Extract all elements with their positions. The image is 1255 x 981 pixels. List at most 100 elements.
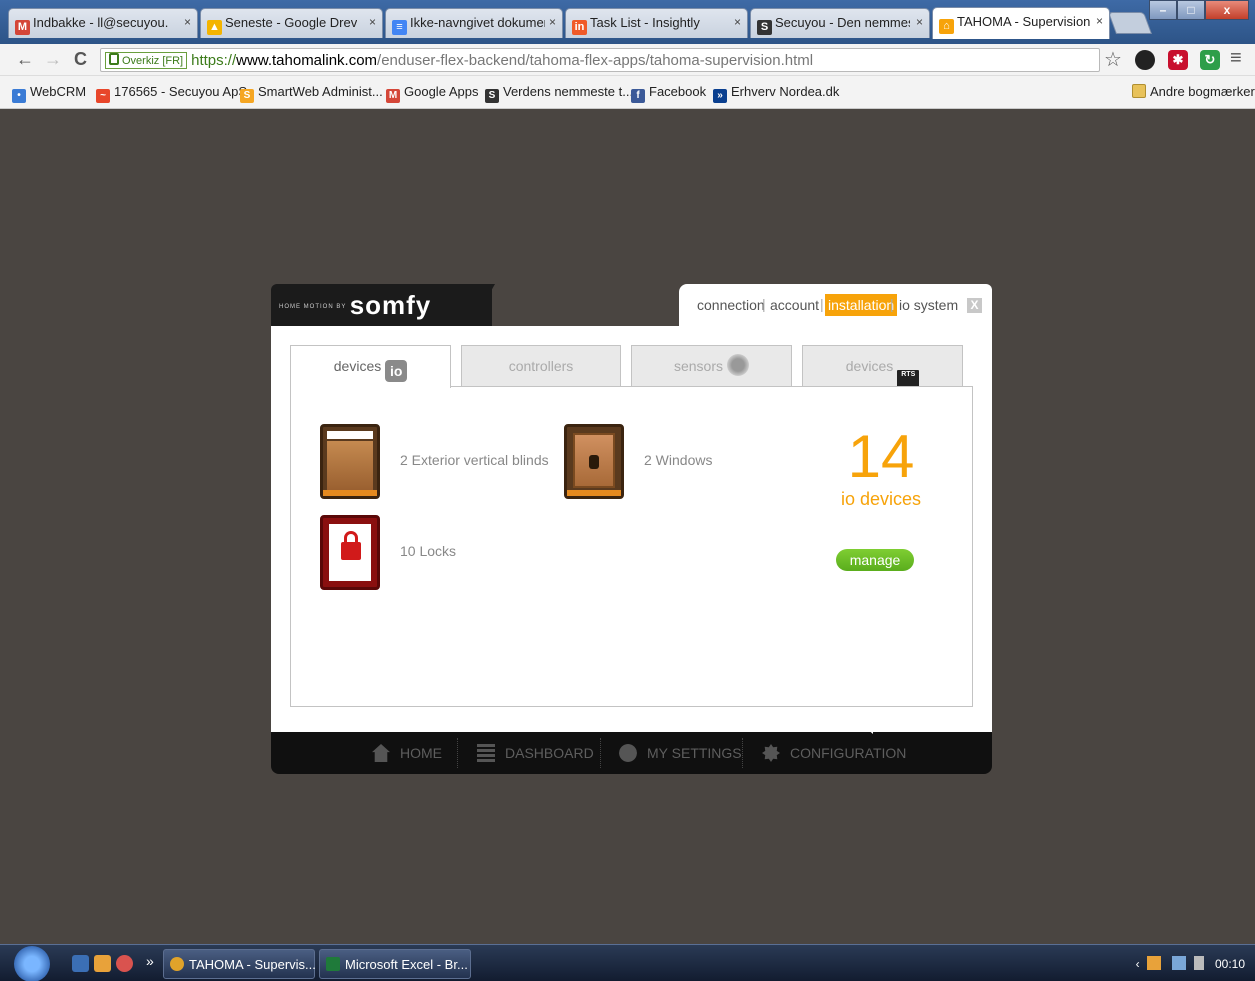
start-button[interactable] xyxy=(14,946,50,981)
close-window-button[interactable]: x xyxy=(1205,0,1249,20)
webcrm-icon: • xyxy=(12,89,26,103)
gmail-icon: M xyxy=(386,89,400,103)
tab-controllers[interactable]: controllers xyxy=(461,345,621,387)
taskbar-item-chrome[interactable]: TAHOMA - Supervis... xyxy=(163,949,316,979)
close-icon[interactable]: × xyxy=(734,15,741,29)
tab-label: Task List - Insightly xyxy=(590,15,700,30)
url-path: /enduser-flex-backend/tahoma-flex-apps/t… xyxy=(377,52,814,69)
nav-separator xyxy=(600,738,601,768)
bookmark-label: Google Apps xyxy=(404,84,479,99)
nav-connection[interactable]: connection xyxy=(697,297,765,313)
minimize-button[interactable]: – xyxy=(1149,0,1177,20)
forward-button[interactable]: → xyxy=(44,49,62,70)
tab-insightly[interactable]: in Task List - Insightly × xyxy=(565,8,748,38)
nav-label: HOME xyxy=(400,745,442,761)
dashboard-icon xyxy=(477,744,495,762)
insightly-icon: in xyxy=(572,20,587,35)
bookmark-item[interactable]: S SmartWeb Administ... xyxy=(240,84,383,103)
home-icon xyxy=(372,744,390,762)
tray-app-icon[interactable] xyxy=(1146,956,1161,970)
nav-dashboard[interactable]: DASHBOARD xyxy=(477,744,594,762)
task-label: TAHOMA - Supervis... xyxy=(189,957,316,972)
taskbar-item-excel[interactable]: Microsoft Excel - Br... xyxy=(319,949,471,979)
device-count-label: io devices xyxy=(840,489,922,509)
secuyou-icon: S xyxy=(485,89,499,103)
address-bar[interactable]: Overkiz [FR] https://www.tahomalink.com/e… xyxy=(100,48,1100,72)
bookmark-item[interactable]: ~176565 - Secuyou ApS xyxy=(96,84,247,103)
nav-account[interactable]: account xyxy=(770,297,819,313)
other-bookmarks[interactable]: Andre bogmærker xyxy=(1132,84,1255,99)
firefox-icon[interactable] xyxy=(94,955,111,972)
exterior-blind-icon xyxy=(320,424,380,499)
excel-icon xyxy=(326,957,340,971)
tab-rts-devices[interactable]: devicesRTS xyxy=(802,345,963,392)
window-icon xyxy=(564,424,624,499)
tab-io-devices[interactable]: devices io xyxy=(290,345,451,388)
nordea-icon: » xyxy=(713,89,727,103)
extension-circle-icon[interactable] xyxy=(1135,50,1155,70)
close-icon[interactable]: × xyxy=(1096,14,1103,28)
nav-installation[interactable]: installation xyxy=(825,294,898,316)
nav-my-settings[interactable]: MY SETTINGS xyxy=(619,744,742,762)
tab-label: TAHOMA - Supervision xyxy=(957,14,1091,29)
network-icon[interactable] xyxy=(1172,956,1187,970)
chrome-icon[interactable] xyxy=(116,955,133,972)
ev-label: Overkiz [FR] xyxy=(122,55,184,67)
tab-label: Indbakke - ll@secuyou.d xyxy=(33,15,168,30)
tab-google-drive[interactable]: ▲ Seneste - Google Drev × xyxy=(200,8,383,38)
close-icon[interactable]: × xyxy=(549,15,556,29)
reload-button[interactable]: C xyxy=(74,49,87,70)
other-bookmarks-label: Andre bogmærker xyxy=(1150,84,1255,99)
task-label: Microsoft Excel - Br... xyxy=(345,957,468,972)
nav-home[interactable]: HOME xyxy=(372,744,442,762)
bookmark-item[interactable]: » Erhverv Nordea.dk xyxy=(713,84,839,103)
ev-certificate-badge[interactable]: Overkiz [FR] xyxy=(105,52,188,69)
windows-taskbar: » TAHOMA - Supervis... Microsoft Excel -… xyxy=(0,944,1255,981)
nav-configuration[interactable]: CONFIGURATION xyxy=(762,744,906,762)
more-quicklaunch-icon[interactable]: » xyxy=(146,953,154,969)
clock[interactable]: 00:10 xyxy=(1215,957,1245,971)
window-controls: – □ x xyxy=(1149,0,1249,22)
menu-icon[interactable]: ≡ xyxy=(1230,47,1242,70)
device-label: 10 Locks xyxy=(400,543,457,559)
browser-toolbar: ← → C Overkiz [FR] https://www.tahomalink… xyxy=(0,44,1255,76)
tab-google-docs[interactable]: ≡ Ikke-navngivet dokumen × xyxy=(385,8,563,38)
extension-red-icon[interactable]: ✱ xyxy=(1168,50,1188,70)
close-icon[interactable]: × xyxy=(916,15,923,29)
tray-expand-icon[interactable]: ‹ xyxy=(1136,957,1140,971)
tab-tahoma[interactable]: ⌂ TAHOMA - Supervision × xyxy=(932,7,1110,39)
maximize-button[interactable]: □ xyxy=(1177,0,1205,20)
folder-icon xyxy=(1132,84,1146,98)
tab-gmail[interactable]: M Indbakke - ll@secuyou.d × xyxy=(8,8,198,38)
tab-sensors[interactable]: sensors xyxy=(631,345,792,387)
top-navigation: connection | account | installation | io… xyxy=(679,284,992,326)
show-desktop-icon[interactable] xyxy=(72,955,89,972)
bookmark-item[interactable]: M Google Apps xyxy=(386,84,478,103)
volume-icon[interactable] xyxy=(1193,956,1204,970)
bookmark-label: WebCRM xyxy=(30,84,87,99)
lock-icon xyxy=(109,53,119,65)
url-scheme: https:// xyxy=(191,52,237,69)
bookmark-label: Verdens nemmeste t... xyxy=(503,84,634,99)
bookmark-item[interactable]: S Verdens nemmeste t... xyxy=(485,84,633,103)
nav-label: MY SETTINGS xyxy=(647,745,742,761)
bookmark-star-icon[interactable]: ☆ xyxy=(1104,47,1122,72)
nav-separator: | xyxy=(890,296,894,312)
new-tab-button[interactable] xyxy=(1107,12,1153,34)
bookmark-item[interactable]: f Facebook xyxy=(631,84,706,103)
close-panel-button[interactable]: X xyxy=(967,298,982,313)
close-icon[interactable]: × xyxy=(184,15,191,29)
bookmark-label: Facebook xyxy=(649,84,707,99)
manage-button[interactable]: manage xyxy=(836,549,914,571)
bookmark-item[interactable]: • WebCRM xyxy=(12,84,86,103)
nav-io-system[interactable]: io system xyxy=(899,297,958,313)
sensor-icon xyxy=(727,354,750,376)
tab-secuyou[interactable]: S Secuyou - Den nemmest × xyxy=(750,8,930,38)
back-button[interactable]: ← xyxy=(16,49,34,70)
tab-label: devices xyxy=(845,358,894,374)
bookmark-label: Erhverv Nordea.dk xyxy=(731,84,840,99)
url-host: www.tahomalink.com xyxy=(236,52,378,69)
close-icon[interactable]: × xyxy=(369,15,376,29)
extension-green-icon[interactable]: ↻ xyxy=(1200,50,1220,70)
chrome-icon xyxy=(170,957,184,971)
